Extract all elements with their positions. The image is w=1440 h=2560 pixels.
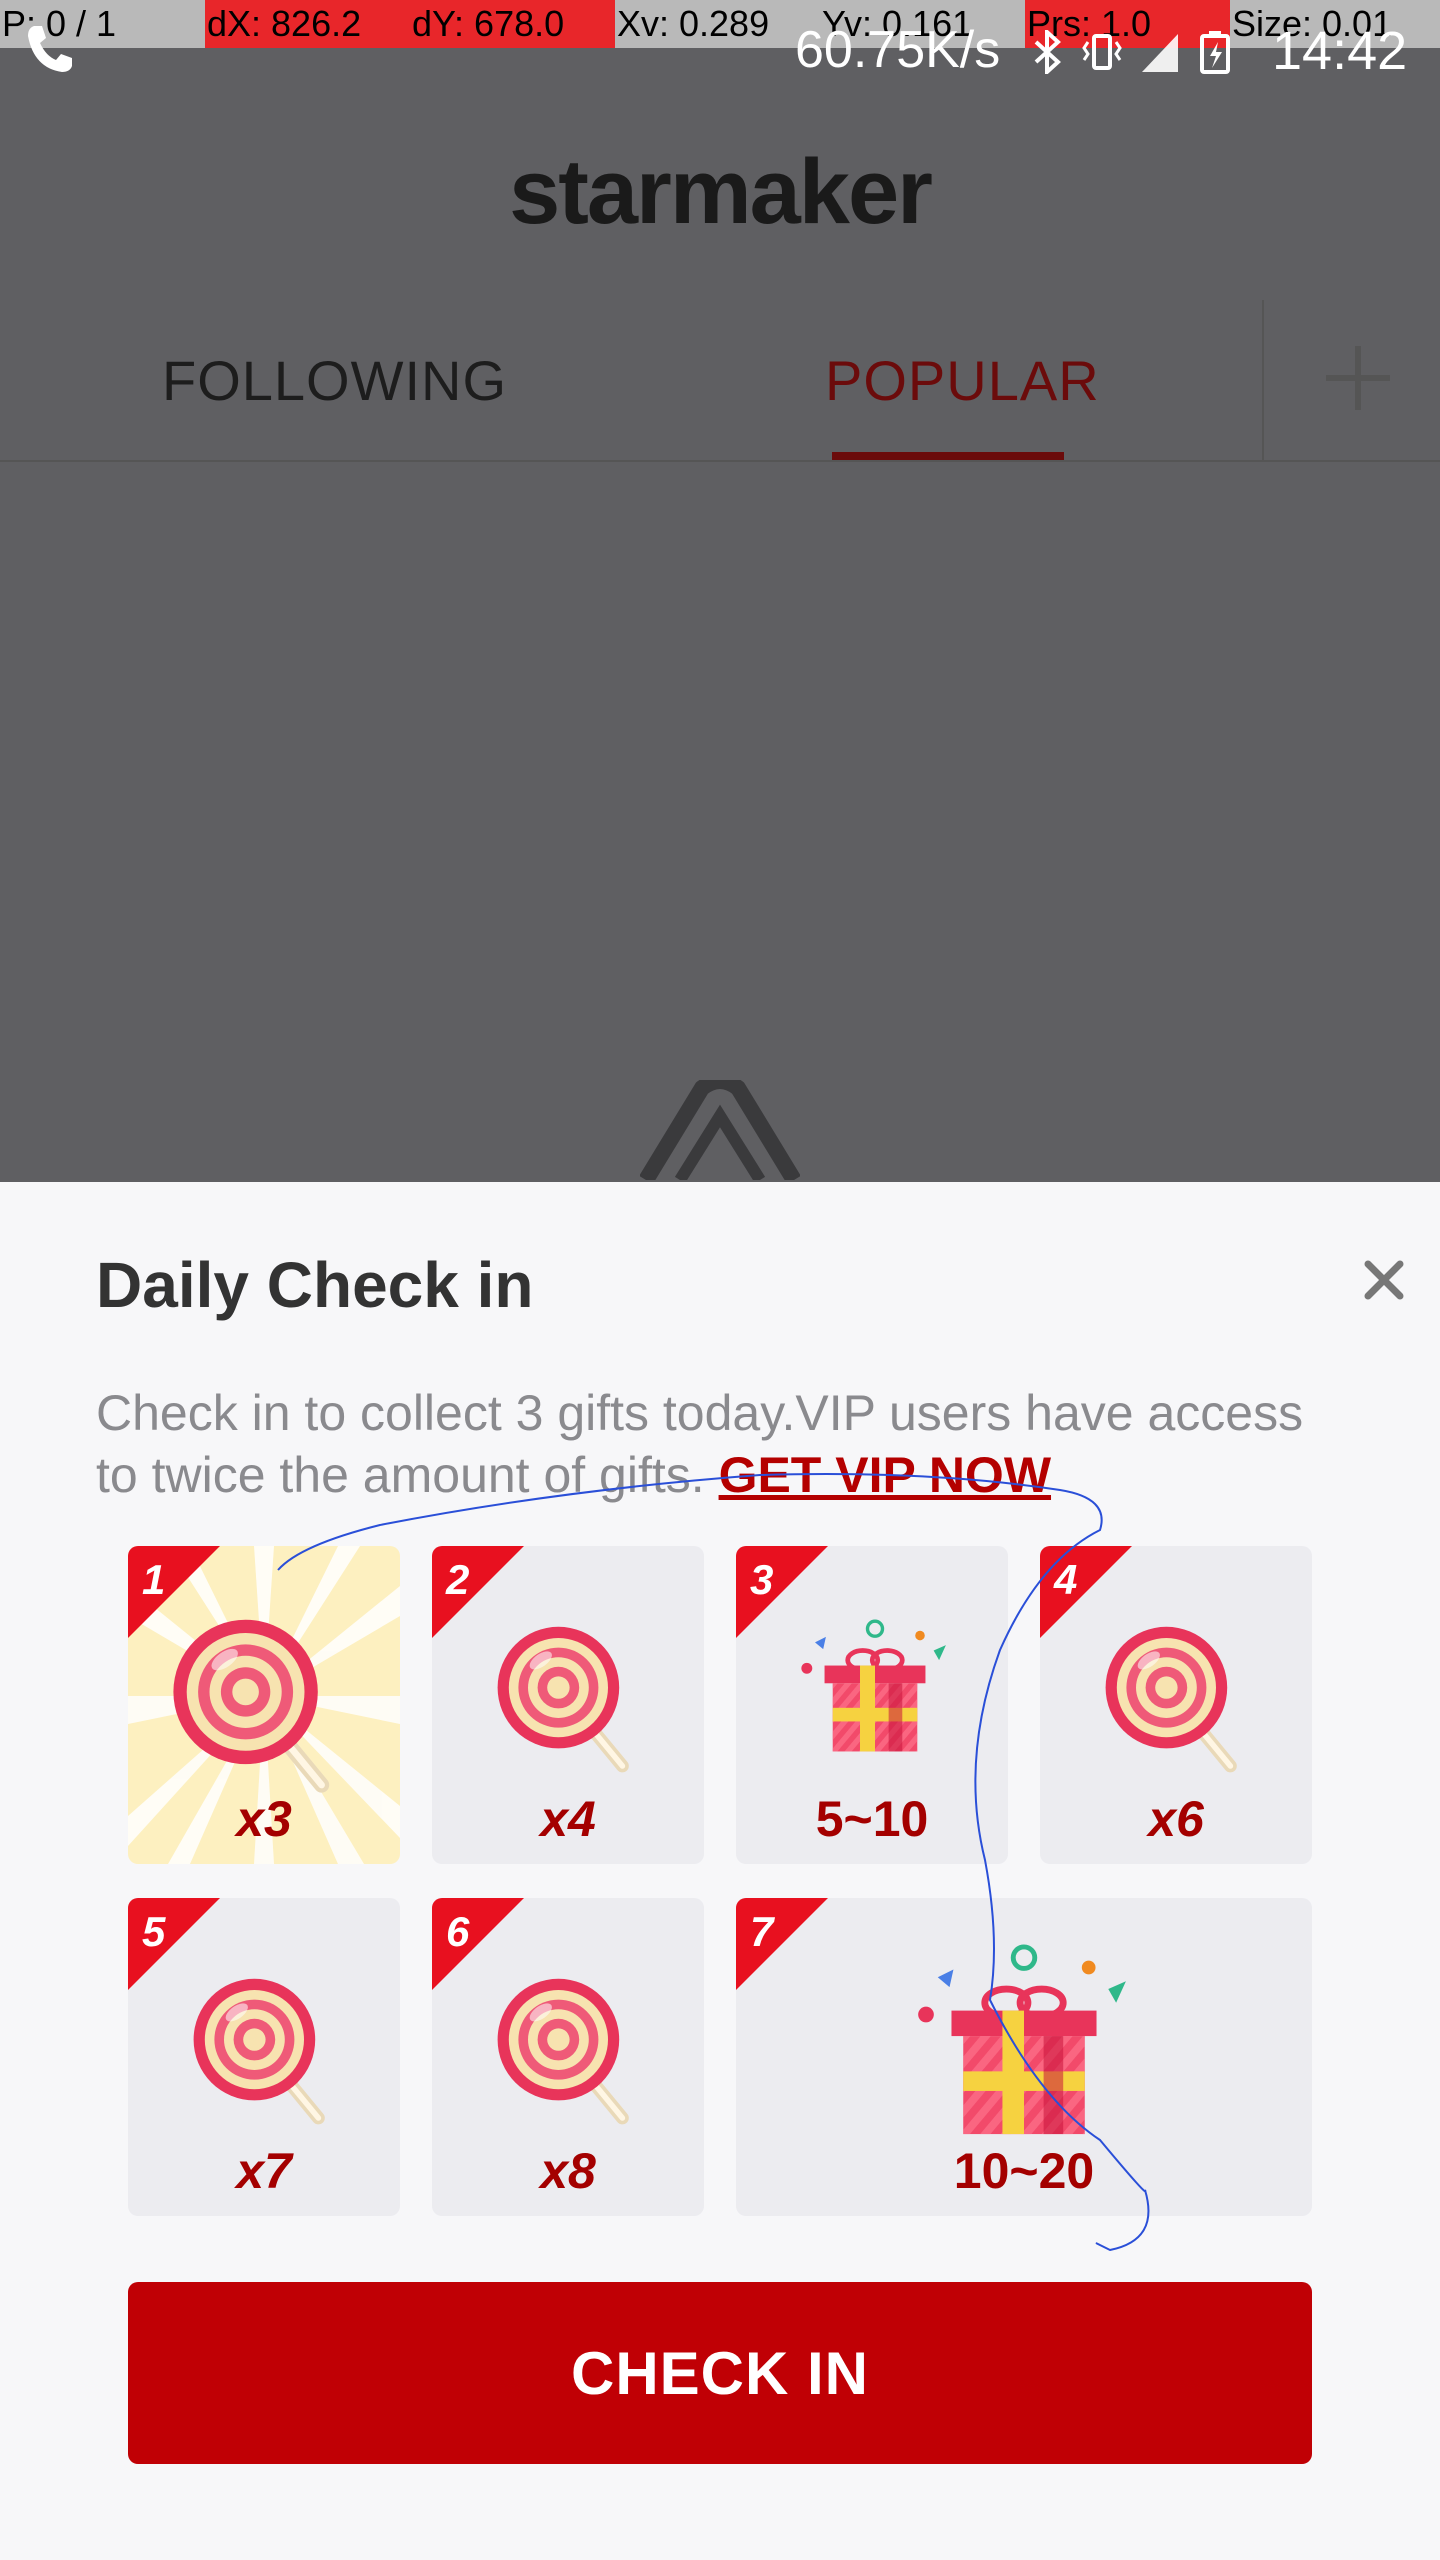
signal-icon (1142, 34, 1178, 72)
starmaker-logo: starmaker (509, 141, 933, 243)
day-number: 3 (750, 1556, 774, 1603)
reward-amount: x8 (540, 2143, 596, 2199)
reward-amount: x7 (236, 2143, 292, 2199)
feed-tabs: FOLLOWING POPULAR (0, 300, 1440, 462)
plus-icon (1326, 346, 1390, 410)
reward-amount: 5~10 (815, 1791, 929, 1847)
description-text: Check in to collect 3 gifts today.VIP us… (96, 1385, 1304, 1503)
lollipop-icon (1096, 1622, 1256, 1782)
status-bar: 60.75K/s 14:42 (0, 0, 1440, 100)
day-number: 4 (1054, 1556, 1078, 1603)
add-tab-button[interactable] (1262, 300, 1440, 460)
check-in-button[interactable]: CHECK IN (128, 2282, 1312, 2464)
clock: 14:42 (1272, 21, 1408, 81)
active-tab-indicator (832, 452, 1064, 460)
reward-amount: 10~20 (953, 2143, 1095, 2199)
bluetooth-icon (1034, 30, 1061, 74)
day-number: 1 (142, 1556, 166, 1603)
phone-icon (28, 26, 72, 72)
day-number: 7 (750, 1908, 774, 1955)
gift-box-icon (916, 1942, 1132, 2138)
reward-amount: x4 (540, 1791, 596, 1847)
gift-box-icon (800, 1616, 950, 1756)
lollipop-icon (488, 1974, 648, 2134)
checkin-description: Check in to collect 3 gifts today.VIP us… (96, 1382, 1346, 1506)
daily-checkin-sheet: Daily Check in Check in to collect 3 gif… (0, 1182, 1440, 2560)
day-card-3[interactable]: 3 5~10 (736, 1546, 1008, 1864)
day-card-1[interactable]: 1 x3 (128, 1546, 400, 1864)
tab-following[interactable]: FOLLOWING (162, 348, 507, 413)
day-card-4[interactable]: 4 x6 (1040, 1546, 1312, 1864)
status-icons (1030, 30, 1232, 74)
get-vip-link[interactable]: GET VIP NOW (719, 1447, 1051, 1503)
sheet-title: Daily Check in (96, 1249, 534, 1321)
day-card-2[interactable]: 2 x4 (432, 1546, 704, 1864)
reward-amount: x6 (1148, 1791, 1204, 1847)
vibrate-icon (1082, 34, 1122, 70)
close-icon[interactable] (1358, 1254, 1410, 1306)
lollipop-icon (184, 1974, 344, 2134)
battery-icon (1200, 31, 1230, 74)
tab-popular[interactable]: POPULAR (825, 348, 1100, 413)
loading-logo-icon (640, 1080, 800, 1180)
day-card-5[interactable]: 5 x7 (128, 1898, 400, 2216)
day-card-6[interactable]: 6 x8 (432, 1898, 704, 2216)
reward-amount: x3 (236, 1791, 292, 1847)
lollipop-icon (488, 1622, 648, 1782)
day-number: 6 (446, 1908, 470, 1955)
day-card-7[interactable]: 7 10~20 (736, 1898, 1312, 2216)
lollipop-icon (162, 1614, 352, 1804)
network-speed: 60.75K/s (795, 21, 1001, 79)
day-number: 2 (446, 1556, 470, 1603)
day-number: 5 (142, 1908, 166, 1955)
